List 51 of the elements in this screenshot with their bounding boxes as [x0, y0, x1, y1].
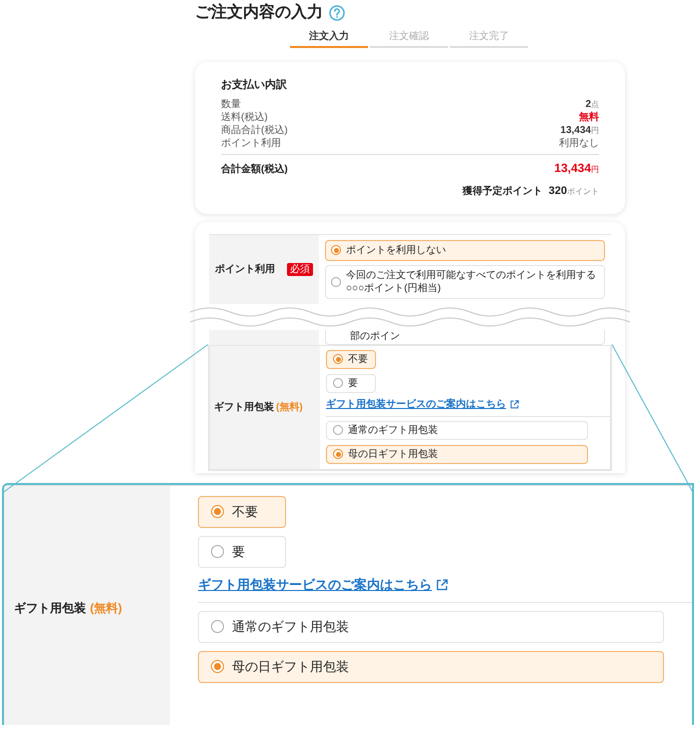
radio-icon	[333, 354, 343, 364]
page-title: ご注文内容の入力	[195, 2, 323, 22]
radio-icon	[211, 505, 224, 518]
field-label: ギフト用包装	[214, 400, 274, 414]
unit-label: 円	[591, 164, 599, 176]
points-value: 320	[548, 184, 567, 199]
radio-option[interactable]: 母の日ギフト用包装	[198, 650, 664, 682]
total-value: 13,434	[554, 160, 591, 177]
radio-option[interactable]: 不要	[198, 496, 286, 528]
radio-icon	[211, 660, 224, 673]
summary-title: お支払い内訳	[221, 78, 288, 92]
field-label: ギフト用包装	[14, 600, 86, 617]
required-badge: 必須	[287, 262, 313, 276]
free-note: (無料)	[90, 600, 122, 617]
free-note: (無料)	[276, 400, 303, 414]
radio-icon	[333, 378, 343, 388]
radio-option[interactable]: 母の日ギフト用包装	[326, 444, 588, 464]
total-label: 合計金額(税込)	[221, 162, 288, 177]
unit-label: 点	[591, 99, 599, 111]
radio-icon	[331, 276, 341, 286]
gift-wrap-info-link[interactable]: ギフト用包装サービスのご案内はこちら	[198, 576, 448, 594]
unit-label: ポイント	[567, 186, 599, 198]
summary-value: 2	[585, 98, 591, 111]
radio-icon	[211, 620, 224, 633]
radio-option[interactable]: 不要	[326, 350, 376, 368]
radio-icon	[331, 245, 341, 255]
summary-label: 数量	[221, 98, 241, 111]
radio-option[interactable]: 要	[326, 374, 376, 392]
radio-option[interactable]: 要	[198, 536, 286, 568]
unit-label: 円	[591, 125, 599, 137]
radio-icon	[333, 425, 343, 435]
radio-icon	[333, 449, 343, 459]
points-label: 獲得予定ポイント	[462, 184, 543, 199]
external-link-icon	[436, 578, 448, 590]
help-icon[interactable]	[329, 4, 345, 20]
summary-value: 13,434	[560, 124, 591, 137]
field-label: ポイント利用	[215, 262, 275, 276]
external-link-icon	[510, 400, 519, 409]
gift-wrap-info-link[interactable]: ギフト用包装サービスのご案内はこちら	[326, 398, 519, 412]
step-tab[interactable]: 注文入力	[290, 30, 368, 48]
summary-value: 無料	[579, 111, 599, 124]
summary-value: 利用なし	[559, 137, 599, 150]
radio-option[interactable]: 通常のギフト用包装	[326, 420, 588, 440]
radio-option[interactable]: 今回のご注文で利用可能なすべてのポイントを利用する ○○○ポイント(円相当)	[325, 264, 605, 298]
summary-label: ポイント利用	[221, 137, 281, 150]
radio-option[interactable]: 通常のギフト用包装	[198, 610, 664, 642]
radio-icon	[211, 545, 224, 558]
radio-option[interactable]: 部のポイン	[325, 330, 605, 344]
radio-option[interactable]: ポイントを利用しない	[325, 240, 605, 260]
summary-label: 送料(税込)	[221, 111, 268, 124]
summary-label: 商品合計(税込)	[221, 124, 288, 137]
